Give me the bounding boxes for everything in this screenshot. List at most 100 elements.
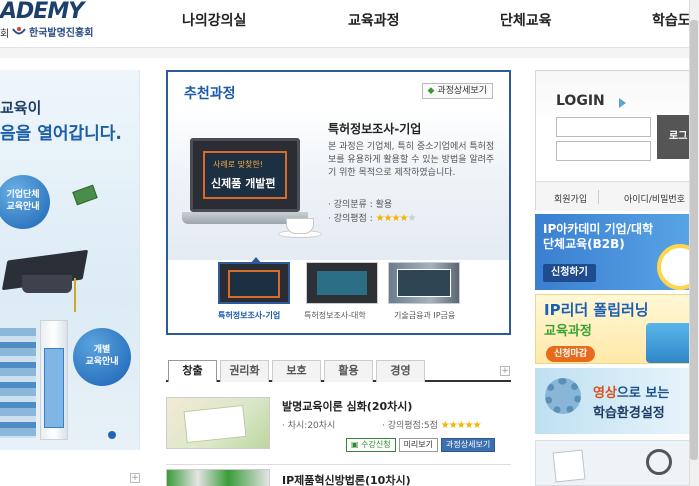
learning-env-promo-banner[interactable]: 영상으로 보는 학습환경설정 [535, 368, 699, 434]
leader-status-badge[interactable]: 신청마감 [546, 346, 596, 362]
course-thumbnail[interactable] [166, 469, 270, 486]
gear-icon [545, 378, 581, 414]
scrollbar-thumb[interactable] [690, 20, 698, 460]
main-nav: 나의강의실 교육과정 단체교육 학습도 [0, 10, 699, 30]
list-item: 발명교육이론 심화(20차시) · 차시:20차시 · 강의평점:5점 ★★★★… [166, 394, 511, 464]
book-icon [72, 184, 98, 206]
recommended-course-panel: 추천과정 ◆ 과정상세보기 사례로 맞찾한! 신제품 개발편 특허정보조사-기업… [166, 70, 511, 335]
nav-my-classroom[interactable]: 나의강의실 [182, 10, 246, 30]
nav-group-education[interactable]: 단체교육 [500, 10, 552, 30]
individual-education-label: 개별 교육안내 [85, 345, 119, 367]
course-thumbnails: 특허정보조사-기업 특허정보조사-대학 기술금융과 IP금융 [218, 257, 468, 322]
rating-stars-icon: ★★★★★ [375, 213, 417, 224]
ip-leader-promo-banner[interactable]: IP리더 폴립러닝 교육과정 신청마감 [535, 294, 699, 364]
site-header: ADEMY 회 한국발명진흥회 나의강의실 교육과정 단체교육 학습도 [0, 0, 699, 48]
thumb-label-1[interactable]: 특허정보조사-기업 [218, 310, 280, 321]
env-title-rest: 으로 보는 [616, 386, 670, 401]
category-tabs: 창출 권리화 보호 활용 경영 [166, 360, 511, 382]
laptop-image[interactable]: 사례로 맞찾한! 신제품 개발편 [182, 138, 308, 230]
b2b-title-line1: IP아카데미 기업/대학 [543, 222, 654, 236]
rating-label: · 강의평점 : [328, 214, 373, 224]
b2b-apply-button[interactable]: 신청하기 [543, 264, 596, 282]
b2b-promo-banner[interactable]: IP아카데미 기업/대학 단체교육(B2B) 신청하기 [535, 214, 699, 290]
enroll-button[interactable]: ▣ 수강신청 [346, 438, 396, 452]
laptop-screen-content: 사례로 맞찾한! 신제품 개발편 [203, 151, 287, 199]
main-banner[interactable]: 교육이 음을 열어갑니다. 기업단체 교육안내 개별 교육안내 [0, 70, 140, 450]
rating-label: · 강의평점:5점 [382, 421, 438, 431]
thumb-patent-univ[interactable] [306, 262, 378, 304]
document-icon [552, 449, 586, 483]
find-account-link[interactable]: 아이디/비밀번호 [624, 192, 685, 205]
coffee-cup-icon [286, 218, 314, 234]
enroll-label: 수강신청 [361, 440, 391, 449]
selected-arrow-icon [250, 257, 262, 264]
screen-caption-small: 사례로 맞찾한! [213, 160, 263, 169]
thumb-screen [397, 269, 451, 297]
corporate-education-button[interactable]: 기업단체 교육안내 [0, 175, 50, 229]
course-category: · 강의분류 : 활용 [328, 200, 393, 210]
tab-management[interactable]: 경영 [376, 360, 425, 382]
banner-line1: 교육이 [0, 99, 42, 117]
course-title[interactable]: 특허정보조사-기업 [328, 120, 421, 137]
tab-rights[interactable]: 권리화 [220, 360, 269, 382]
cap-tassel [74, 278, 76, 312]
password-input[interactable] [556, 141, 651, 161]
thumb-screen [228, 270, 280, 298]
detail-button[interactable]: 과정상세보기 [441, 438, 496, 452]
tab-utilization[interactable]: 활용 [324, 360, 373, 382]
laptop-screen: 사례로 맞찾한! 신제품 개발편 [190, 138, 300, 212]
individual-education-button[interactable]: 개별 교육안내 [73, 328, 131, 386]
thumb-patent-corp[interactable] [218, 257, 290, 304]
course-rating: · 강의평점 : ★★★★★ [328, 211, 417, 224]
env-subtitle: 학습환경설정 [593, 406, 665, 421]
more-plus-icon[interactable]: + [500, 366, 510, 376]
course-actions: ▣ 수강신청 미리보기 과정상세보기 [346, 438, 496, 452]
nav-courses[interactable]: 교육과정 [348, 10, 400, 30]
thumb-label-3[interactable]: 기술금융과 IP금융 [394, 310, 455, 321]
course-item-title[interactable]: IP제품혁신방법론(10차시) [282, 472, 411, 486]
door-icon [44, 348, 64, 428]
course-detail-label: 과정상세보기 [437, 86, 487, 96]
plus-icon: ◆ [427, 86, 435, 96]
leader-subtitle: 교육과정 [544, 324, 592, 339]
join-link[interactable]: 회원가입 [554, 192, 587, 205]
thumb-label-2[interactable]: 특허정보조사-대학 [304, 310, 366, 321]
screen-caption-big: 신제품 개발편 [211, 177, 276, 190]
tab-creation[interactable]: 창출 [168, 360, 217, 382]
course-description: 본 과정은 기업체, 특히 중소기업에서 특허정보를 유용하게 활용할 수 있는… [328, 142, 495, 178]
course-sessions: · 차시:20차시 [282, 421, 336, 431]
recommended-hero: 사례로 맞찾한! 신제품 개발편 특허정보조사-기업 본 과정은 기업체, 특히… [168, 110, 509, 260]
banner-pager-dot[interactable] [108, 431, 116, 439]
env-title: 영상으로 보는 [593, 382, 669, 401]
magnifier-icon [646, 449, 672, 475]
cap-base [22, 275, 72, 293]
banner-line2: 음을 열어갑니다. [0, 124, 122, 144]
login-links: 회원가입 아이디/비밀번호 [536, 181, 699, 211]
corporate-education-label: 기업단체 교육안내 [6, 190, 40, 212]
more-plus-icon[interactable]: + [130, 473, 140, 483]
course-detail-button[interactable]: ◆ 과정상세보기 [421, 83, 493, 99]
b2b-title-line2: 단체교육(B2B) [543, 237, 625, 251]
login-title: LOGIN [556, 93, 605, 109]
b2b-title: IP아카데미 기업/대학 단체교육(B2B) [543, 222, 653, 252]
header-shadow [0, 48, 699, 58]
rating-stars-icon: ★★★★★ [440, 420, 482, 431]
login-box: LOGIN 로그 회원가입 아이디/비밀번호 [535, 70, 699, 211]
tab-protection[interactable]: 보호 [272, 360, 321, 382]
login-arrow-icon [619, 98, 626, 108]
user-id-input[interactable] [556, 117, 651, 137]
course-item-title[interactable]: 발명교육이론 심화(20차시) [282, 398, 412, 414]
leader-title: IP리더 폴립러닝 [544, 301, 649, 319]
env-title-highlight: 영상 [593, 386, 617, 401]
thumb-screen [317, 271, 367, 295]
course-rating: · 강의평점:5점 ★★★★★ [382, 418, 482, 431]
books-stack [0, 328, 36, 438]
divider [598, 190, 599, 204]
preview-button[interactable]: 미리보기 [398, 438, 439, 452]
faq-promo-banner[interactable] [535, 440, 699, 486]
nav-learning-guide[interactable]: 학습도 [652, 10, 691, 30]
thumb-finance[interactable] [388, 262, 460, 304]
thumb-screen [183, 404, 247, 444]
divider [166, 464, 511, 465]
course-thumbnail[interactable] [166, 397, 270, 449]
